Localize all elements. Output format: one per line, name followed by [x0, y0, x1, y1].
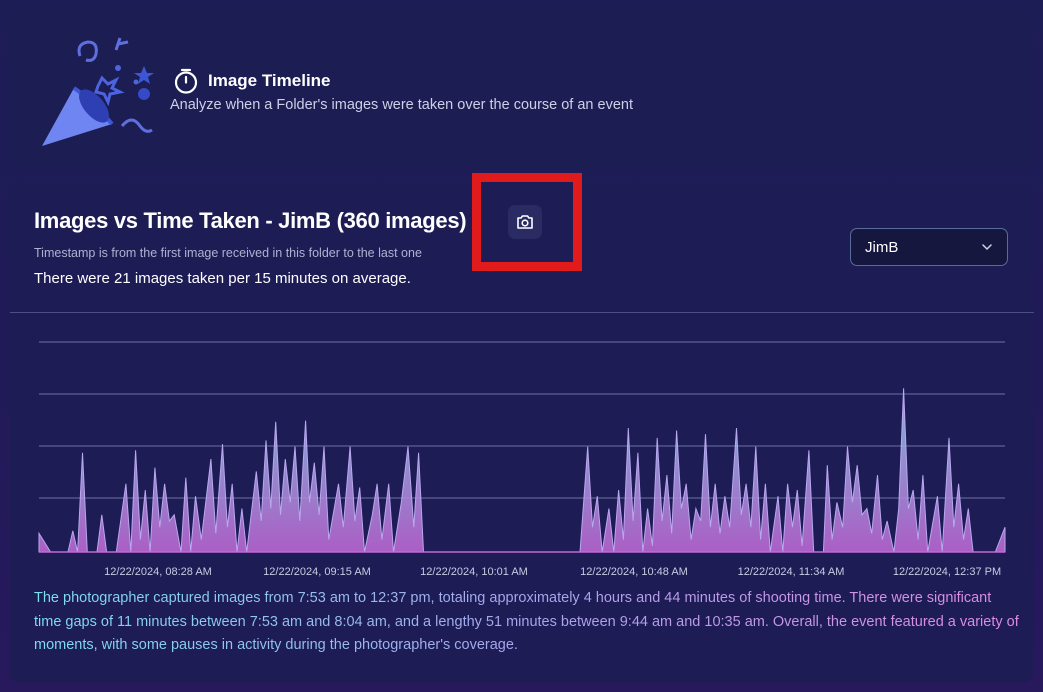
chart-gridlines: [39, 341, 1005, 499]
header-card: Image Timeline Analyze when a Folder's i…: [10, 8, 1034, 167]
chart-summary: The photographer captured images from 7:…: [34, 587, 1019, 658]
x-axis-ticks: 12/22/2024, 08:28 AM 12/22/2024, 09:15 AM…: [104, 566, 1001, 578]
x-tick-label: 12/22/2024, 12:37 PM: [893, 566, 1001, 578]
header-title-row: Image Timeline: [174, 68, 331, 94]
series-area: [38, 388, 1006, 553]
chart-card: Images vs Time Taken - JimB (360 images)…: [10, 183, 1034, 683]
x-tick-label: 12/22/2024, 08:28 AM: [104, 566, 212, 578]
x-tick-label: 12/22/2024, 11:34 AM: [738, 566, 845, 578]
stopwatch-icon: [174, 68, 198, 94]
x-tick-label: 12/22/2024, 10:48 AM: [580, 566, 688, 578]
x-tick-label: 12/22/2024, 10:01 AM: [420, 566, 528, 578]
x-tick-label: 12/22/2024, 09:15 AM: [263, 566, 371, 578]
party-popper-icon: [42, 37, 154, 146]
page-subtitle: Analyze when a Folder's images were take…: [170, 97, 633, 113]
timeline-chart: 12/22/2024, 08:28 AM 12/22/2024, 09:15 AM…: [38, 341, 1006, 578]
chart-series: [38, 388, 1006, 553]
page-title: Image Timeline: [208, 71, 331, 90]
